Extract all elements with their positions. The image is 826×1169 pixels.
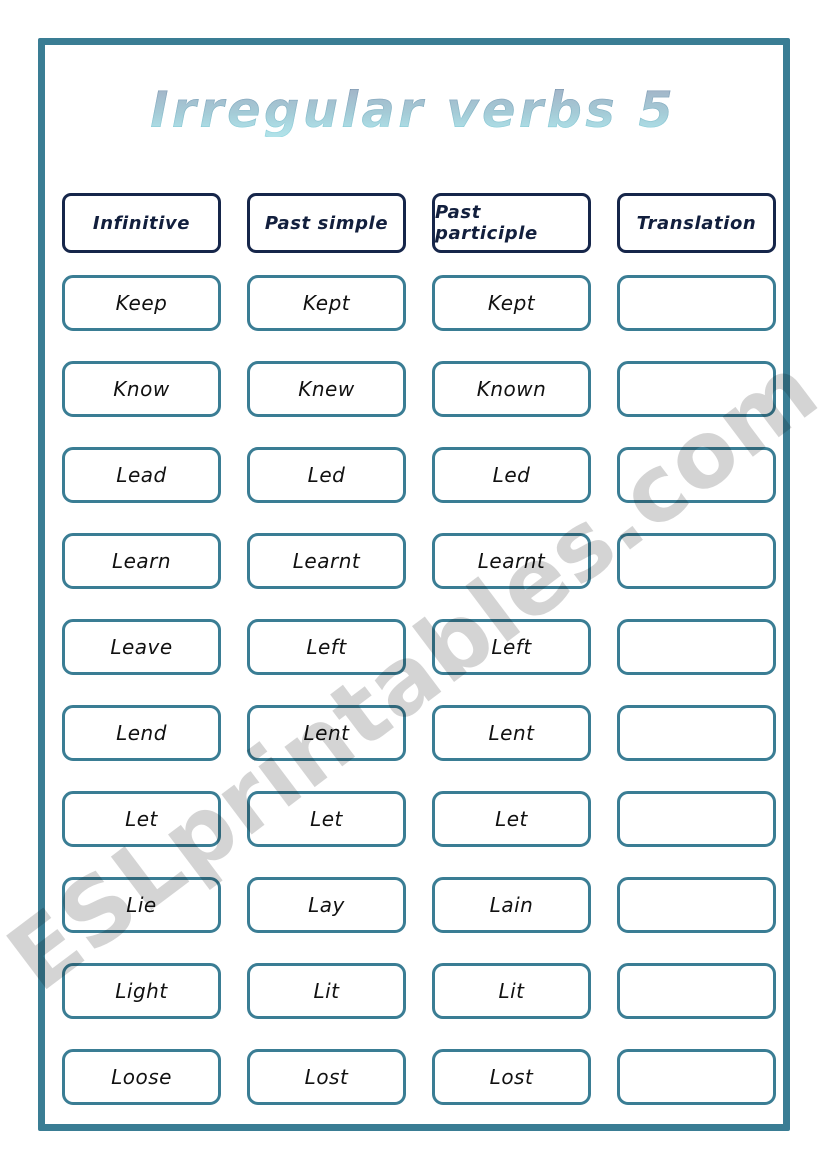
cell-infinitive: Loose (62, 1049, 221, 1105)
table-row: Lead Led Led (62, 447, 776, 503)
table-row: Lie Lay Lain (62, 877, 776, 933)
cell-infinitive: Let (62, 791, 221, 847)
table-row: Know Knew Known (62, 361, 776, 417)
page-title: Irregular verbs 5 (0, 84, 826, 137)
cell-infinitive: Keep (62, 275, 221, 331)
cell-past-participle: Led (432, 447, 591, 503)
cell-translation-input[interactable] (617, 447, 776, 503)
cell-past-participle: Learnt (432, 533, 591, 589)
cell-translation-input[interactable] (617, 533, 776, 589)
cell-past-simple: Led (247, 447, 406, 503)
cell-past-participle: Lain (432, 877, 591, 933)
cell-translation-input[interactable] (617, 619, 776, 675)
cell-past-simple: Lost (247, 1049, 406, 1105)
cell-past-participle: Lit (432, 963, 591, 1019)
cell-past-simple: Let (247, 791, 406, 847)
cell-translation-input[interactable] (617, 877, 776, 933)
cell-past-simple: Learnt (247, 533, 406, 589)
table-row: Light Lit Lit (62, 963, 776, 1019)
cell-translation-input[interactable] (617, 963, 776, 1019)
column-header-past-simple: Past simple (247, 193, 406, 253)
cell-past-simple: Lay (247, 877, 406, 933)
cell-infinitive: Lie (62, 877, 221, 933)
table-row: Lend Lent Lent (62, 705, 776, 761)
cell-past-participle: Let (432, 791, 591, 847)
cell-translation-input[interactable] (617, 705, 776, 761)
cell-infinitive: Know (62, 361, 221, 417)
cell-infinitive: Lead (62, 447, 221, 503)
table-row: Keep Kept Kept (62, 275, 776, 331)
cell-past-participle: Left (432, 619, 591, 675)
cell-translation-input[interactable] (617, 1049, 776, 1105)
worksheet-page: ESLprintables.com Irregular verbs 5 Infi… (0, 0, 826, 1169)
verbs-table: Infinitive Past simple Past participle T… (62, 193, 776, 1105)
cell-past-simple: Knew (247, 361, 406, 417)
cell-past-simple: Lent (247, 705, 406, 761)
cell-past-simple: Left (247, 619, 406, 675)
cell-past-participle: Known (432, 361, 591, 417)
cell-past-simple: Lit (247, 963, 406, 1019)
cell-infinitive: Lend (62, 705, 221, 761)
page-title-text: Irregular verbs 5 (149, 81, 677, 139)
cell-past-participle: Lent (432, 705, 591, 761)
cell-infinitive: Leave (62, 619, 221, 675)
column-header-infinitive: Infinitive (62, 193, 221, 253)
cell-translation-input[interactable] (617, 275, 776, 331)
cell-infinitive: Light (62, 963, 221, 1019)
cell-infinitive: Learn (62, 533, 221, 589)
column-header-translation: Translation (617, 193, 776, 253)
cell-translation-input[interactable] (617, 361, 776, 417)
table-row: Loose Lost Lost (62, 1049, 776, 1105)
cell-past-participle: Kept (432, 275, 591, 331)
cell-past-simple: Kept (247, 275, 406, 331)
table-row: Let Let Let (62, 791, 776, 847)
table-row: Learn Learnt Learnt (62, 533, 776, 589)
column-header-past-participle: Past participle (432, 193, 591, 253)
cell-past-participle: Lost (432, 1049, 591, 1105)
cell-translation-input[interactable] (617, 791, 776, 847)
table-row: Leave Left Left (62, 619, 776, 675)
table-header-row: Infinitive Past simple Past participle T… (62, 193, 776, 253)
